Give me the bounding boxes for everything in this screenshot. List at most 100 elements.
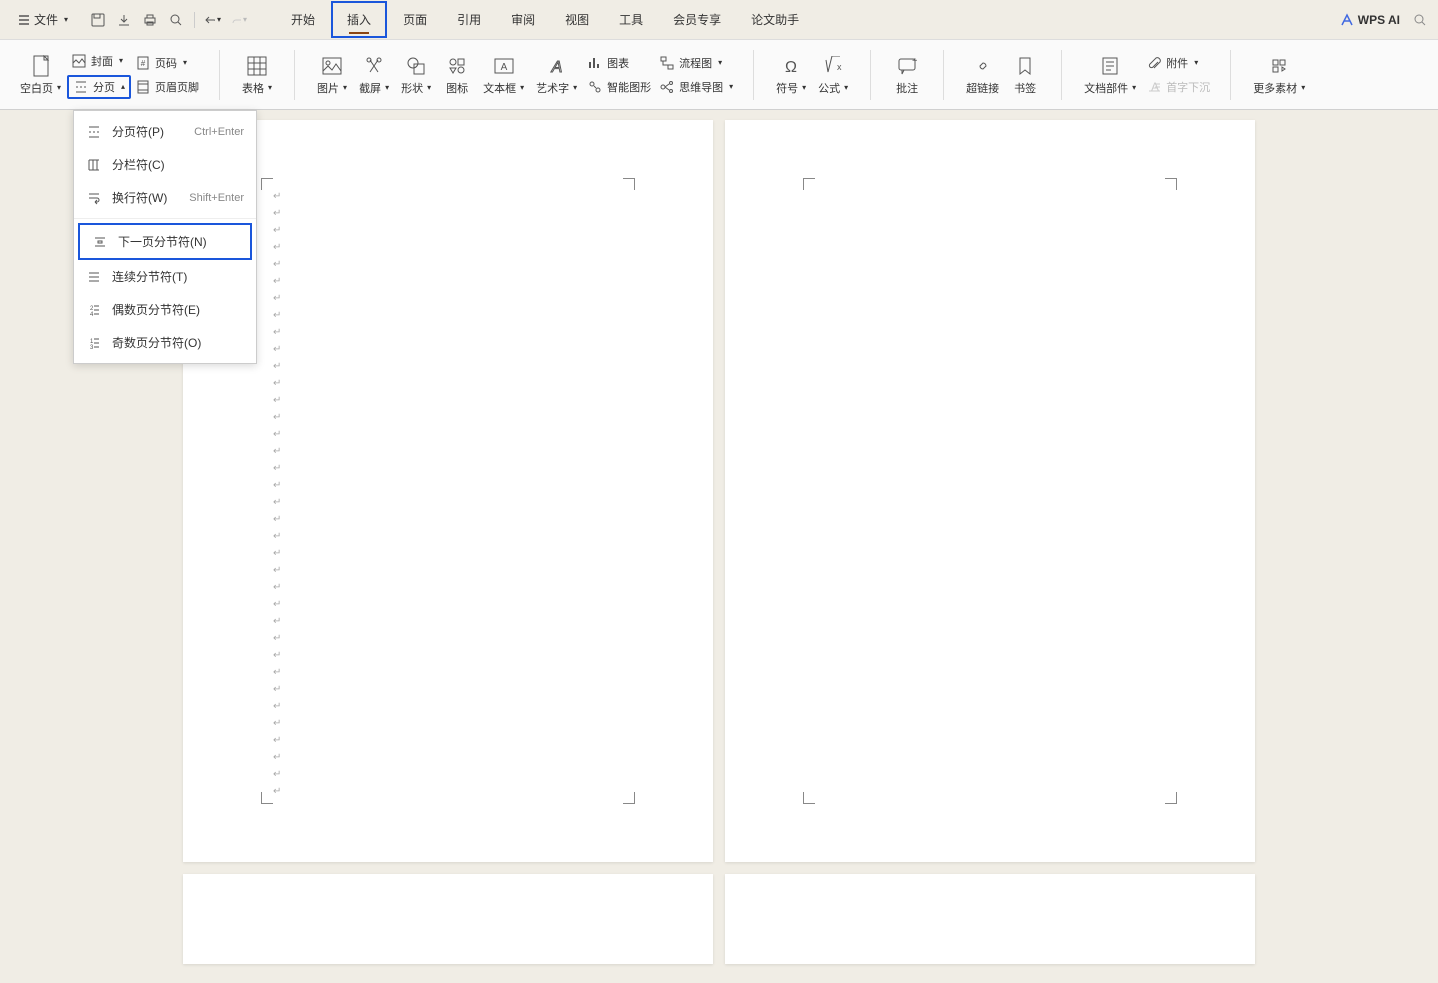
picture-button[interactable]: 图片▾ — [311, 50, 353, 100]
menu-item-column-break[interactable]: 分栏符(C) — [74, 148, 256, 181]
textbox-button[interactable]: A 文本框▾ — [477, 50, 530, 100]
menu-shortcut: Shift+Enter — [189, 192, 244, 204]
mindmap-button[interactable]: 思维导图▾ — [655, 77, 737, 97]
wps-ai-button[interactable]: WPS AI — [1340, 13, 1400, 27]
separator — [219, 50, 220, 100]
chevron-down-icon: ▾ — [427, 83, 431, 92]
search-icon[interactable] — [1412, 12, 1428, 28]
chevron-up-icon: ▴ — [121, 82, 125, 91]
save-icon[interactable] — [90, 12, 106, 28]
tab-insert[interactable]: 插入 — [331, 1, 387, 38]
tab-member[interactable]: 会员专享 — [659, 3, 735, 36]
doc-parts-button[interactable]: 文档部件▾ — [1078, 50, 1142, 100]
blank-page-button[interactable]: 空白页▾ — [14, 50, 67, 100]
screenshot-icon — [362, 54, 386, 78]
equation-icon: x — [821, 54, 845, 78]
tab-view[interactable]: 视图 — [551, 3, 603, 36]
tab-review[interactable]: 审阅 — [497, 3, 549, 36]
tab-page[interactable]: 页面 — [389, 3, 441, 36]
document-page[interactable] — [725, 874, 1255, 964]
table-button[interactable]: 表格▾ — [236, 50, 278, 100]
menu-item-even-page-section[interactable]: 24 偶数页分节符(E) — [74, 293, 256, 326]
undo-button[interactable]: ▾ — [205, 12, 221, 28]
symbol-icon: Ω — [779, 54, 803, 78]
icons-icon — [445, 54, 469, 78]
chart-label: 图表 — [607, 55, 629, 71]
flowchart-button[interactable]: 流程图 ▾ — [655, 53, 737, 73]
attachment-button[interactable]: 附件▾ — [1142, 53, 1214, 73]
icon-button[interactable]: 图标 — [437, 50, 477, 100]
hyperlink-icon — [971, 54, 995, 78]
mindmap-label: 思维导图 — [679, 79, 723, 95]
chevron-down-icon: ▾ — [844, 83, 848, 92]
mindmap-icon — [659, 79, 675, 95]
margin-corner — [1165, 178, 1177, 190]
top-right: WPS AI — [1340, 12, 1428, 28]
chart-button[interactable]: 图表 — [583, 53, 655, 73]
hyperlink-button[interactable]: 超链接 — [960, 50, 1005, 100]
chevron-down-icon: ▾ — [343, 83, 347, 92]
chevron-down-icon: ▾ — [1132, 83, 1136, 92]
svg-text:3: 3 — [90, 345, 94, 350]
chevron-down-icon: ▾ — [802, 83, 806, 92]
top-left: 文件 ▾ ▾ ▾ — [10, 7, 247, 32]
chevron-down-icon: ▾ — [520, 83, 524, 92]
file-menu-button[interactable]: 文件 ▾ — [10, 7, 76, 32]
tab-thesis[interactable]: 论文助手 — [737, 3, 813, 36]
menu-item-text-wrap[interactable]: 换行符(W) Shift+Enter — [74, 181, 256, 214]
smartart-button[interactable]: 智能图形 — [583, 77, 655, 97]
cover-icon — [71, 53, 87, 69]
equation-button[interactable]: x 公式▾ — [812, 50, 854, 100]
ribbon-small-col: 附件▾ A 首字下沉 — [1142, 53, 1214, 97]
print-icon[interactable] — [142, 12, 158, 28]
export-icon[interactable] — [116, 12, 132, 28]
comment-icon: + — [895, 54, 919, 78]
document-page[interactable]: ↵↵↵↵↵↵↵↵↵↵↵↵↵↵↵↵↵↵↵↵↵↵↵↵↵↵↵↵↵↵↵↵↵↵↵↵ — [183, 120, 713, 862]
chevron-down-icon: ▾ — [183, 58, 187, 67]
chevron-down-icon: ▾ — [718, 58, 722, 67]
cover-label: 封面 — [91, 53, 113, 69]
page-break-label: 分页 — [93, 79, 115, 95]
tab-reference[interactable]: 引用 — [443, 3, 495, 36]
page-break-button[interactable]: 分页 ▴ — [67, 75, 131, 99]
document-page[interactable] — [183, 874, 713, 964]
page-break-dropdown: 分页符(P) Ctrl+Enter 分栏符(C) 换行符(W) Shift+En… — [73, 110, 257, 364]
menu-item-odd-page-section[interactable]: 13 奇数页分节符(O) — [74, 326, 256, 359]
header-footer-button[interactable]: 页眉页脚 — [131, 77, 203, 97]
menu-item-continuous-section[interactable]: 连续分节符(T) — [74, 260, 256, 293]
separator — [194, 12, 195, 28]
odd-page-icon: 13 — [86, 335, 102, 351]
cover-button[interactable]: 封面▾ — [67, 51, 131, 71]
flowchart-label: 流程图 — [679, 55, 712, 71]
table-icon — [245, 54, 269, 78]
screenshot-button[interactable]: 截屏▾ — [353, 50, 395, 100]
page-number-label: 页码 — [155, 55, 177, 71]
document-page[interactable] — [725, 120, 1255, 862]
bookmark-button[interactable]: 书签 — [1005, 50, 1045, 100]
menu-label: 分栏符(C) — [112, 156, 244, 173]
symbol-button[interactable]: Ω 符号 ▾ — [770, 50, 812, 100]
attachment-label: 附件 — [1166, 55, 1188, 71]
wordart-label: 艺术字 — [536, 80, 569, 96]
menu-item-next-page-section[interactable]: 下一页分节符(N) — [78, 223, 252, 260]
wps-ai-label: WPS AI — [1358, 13, 1400, 27]
tab-tools[interactable]: 工具 — [605, 3, 657, 36]
margin-corner — [803, 178, 815, 190]
more-material-button[interactable]: 更多素材▾ — [1247, 50, 1311, 100]
page-number-button[interactable]: # 页码 ▾ — [131, 53, 203, 73]
comment-button[interactable]: + 批注 — [887, 50, 927, 100]
preview-icon[interactable] — [168, 12, 184, 28]
icon-label: 图标 — [446, 80, 468, 96]
ribbon-group-more: 更多素材▾ — [1243, 50, 1315, 100]
dropcap-button[interactable]: A 首字下沉 — [1142, 77, 1214, 97]
menu-item-page-break[interactable]: 分页符(P) Ctrl+Enter — [74, 115, 256, 148]
paragraph-marks: ↵↵↵↵↵↵↵↵↵↵↵↵↵↵↵↵↵↵↵↵↵↵↵↵↵↵↵↵↵↵↵↵↵↵↵↵ — [273, 188, 281, 800]
textbox-icon: A — [492, 54, 516, 78]
shape-button[interactable]: 形状▾ — [395, 50, 437, 100]
symbol-label: 符号 — [776, 80, 798, 96]
ribbon-group-text: 文档部件▾ 附件▾ A 首字下沉 — [1074, 50, 1218, 100]
wordart-button[interactable]: A 艺术字▾ — [530, 50, 583, 100]
tab-start[interactable]: 开始 — [277, 3, 329, 36]
redo-button[interactable]: ▾ — [231, 12, 247, 28]
svg-text:#: # — [141, 59, 146, 68]
